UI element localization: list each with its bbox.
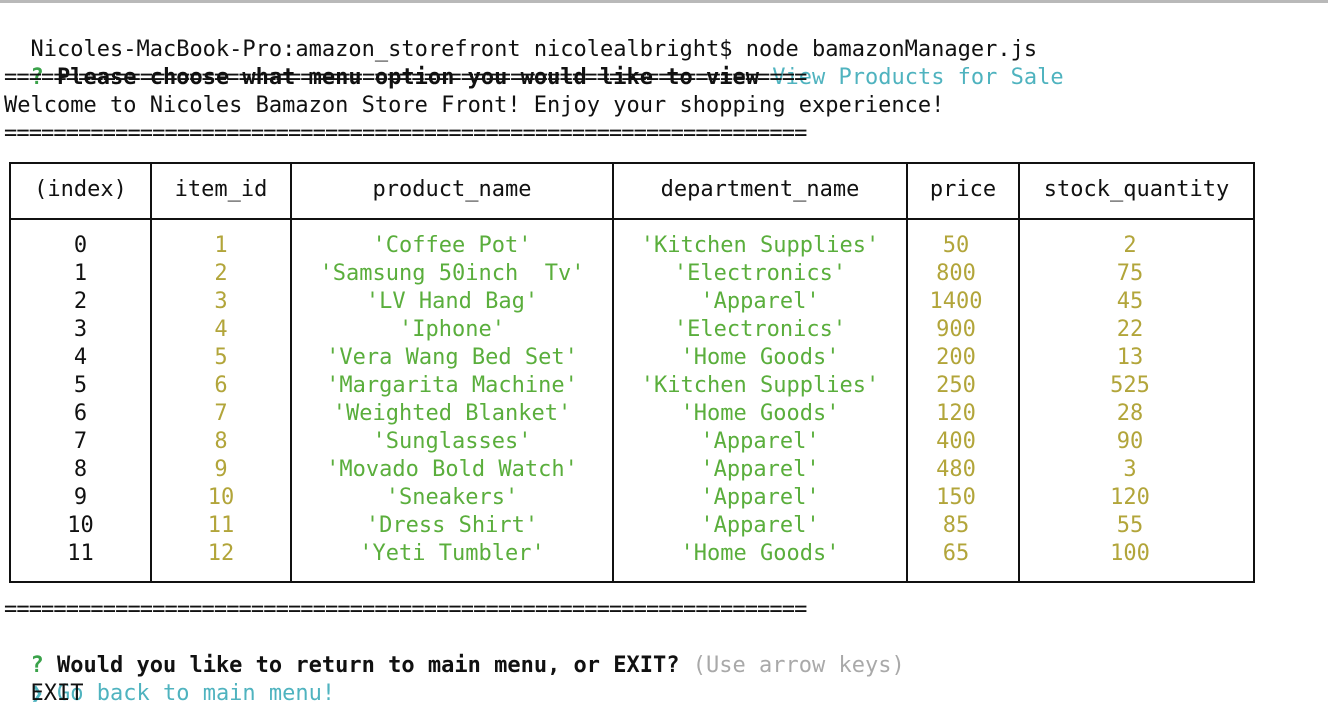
cell-price: 85 <box>942 513 970 538</box>
cell-department-name: 'Home Goods' <box>680 345 840 370</box>
cell-stock-quantity: 28 <box>1116 401 1144 426</box>
cell-department-name: 'Apparel' <box>700 513 820 538</box>
cell-index: 10 <box>67 513 94 538</box>
header-product-name: product_name <box>372 177 532 202</box>
cell-item-id: 7 <box>214 401 228 426</box>
cell-item-id: 4 <box>214 317 228 342</box>
cell-department-name: 'Home Goods' <box>680 401 840 426</box>
cell-item-id: 10 <box>207 485 235 510</box>
cell-item-id: 9 <box>214 457 228 482</box>
cell-product-name: 'Vera Wang Bed Set' <box>326 345 578 370</box>
cell-stock-quantity: 100 <box>1110 541 1150 566</box>
command-line: Nicoles-MacBook-Pro:amazon_storefront ni… <box>4 8 1038 62</box>
cell-stock-quantity: 13 <box>1116 345 1144 370</box>
exit-prompt: ? Would you like to return to main menu,… <box>4 624 905 678</box>
cell-product-name: 'LV Hand Bag' <box>365 289 539 314</box>
cell-department-name: 'Electronics' <box>673 317 847 342</box>
cell-department-name: 'Apparel' <box>700 457 820 482</box>
cell-item-id: 12 <box>207 541 235 566</box>
header-department-name: department_name <box>660 177 860 202</box>
cell-index: 1 <box>73 261 88 286</box>
cell-stock-quantity: 3 <box>1123 457 1137 482</box>
separator-rule: ========================================… <box>4 597 807 622</box>
cell-index: 0 <box>73 233 88 258</box>
cell-price: 250 <box>936 373 976 398</box>
menu-prompt: ? Please choose what menu option you wou… <box>4 36 1064 90</box>
cell-department-name: 'Kitchen Supplies' <box>640 373 880 398</box>
cell-price: 1400 <box>929 289 983 314</box>
cell-price: 400 <box>936 429 976 454</box>
cell-department-name: 'Apparel' <box>700 429 820 454</box>
cell-department-name: 'Home Goods' <box>680 541 840 566</box>
header-divider <box>9 218 1255 220</box>
cell-item-id: 3 <box>214 289 228 314</box>
header-item-id: item_id <box>174 177 268 202</box>
header-price: price <box>929 177 997 202</box>
prompt-hint: (Use arrow keys) <box>692 653 905 678</box>
cell-product-name: 'Iphone' <box>399 317 505 342</box>
cell-price: 200 <box>936 345 976 370</box>
cell-index: 5 <box>73 373 88 398</box>
cell-stock-quantity: 45 <box>1116 289 1144 314</box>
window-top-border <box>0 0 1328 3</box>
cell-product-name: 'Samsung 50inch Tv' <box>319 261 585 286</box>
cell-product-name: 'Yeti Tumbler' <box>359 541 545 566</box>
cell-product-name: 'Sneakers' <box>385 485 519 510</box>
cell-department-name: 'Kitchen Supplies' <box>640 233 880 258</box>
cell-item-id: 1 <box>214 233 228 258</box>
cell-item-id: 6 <box>214 373 228 398</box>
cell-item-id: 2 <box>214 261 228 286</box>
cell-index: 4 <box>73 345 88 370</box>
cell-product-name: 'Margarita Machine' <box>326 373 578 398</box>
cell-product-name: 'Movado Bold Watch' <box>326 457 578 482</box>
header-index: (index) <box>34 177 127 202</box>
cell-index: 8 <box>73 457 88 482</box>
cell-stock-quantity: 120 <box>1110 485 1150 510</box>
cell-index: 2 <box>73 289 88 314</box>
choice-go-back[interactable]: ❯ Go back to main menu! <box>4 652 336 706</box>
cell-stock-quantity: 22 <box>1116 317 1144 342</box>
cell-price: 480 <box>936 457 976 482</box>
cell-index: 3 <box>73 317 88 342</box>
cell-price: 65 <box>942 541 970 566</box>
cell-item-id: 5 <box>214 345 228 370</box>
cell-department-name: 'Electronics' <box>673 261 847 286</box>
choice-exit[interactable]: EXIT <box>4 680 84 708</box>
cell-product-name: 'Weighted Blanket' <box>332 401 572 426</box>
cell-item-id: 11 <box>207 513 235 538</box>
header-stock-quantity: stock_quantity <box>1043 177 1230 202</box>
cell-price: 50 <box>942 233 970 258</box>
cell-stock-quantity: 2 <box>1123 233 1137 258</box>
choice-label: EXIT <box>30 681 84 706</box>
cell-stock-quantity: 90 <box>1116 429 1144 454</box>
cell-product-name: 'Dress Shirt' <box>365 513 539 538</box>
prompt-answer: View Products for Sale <box>772 65 1064 90</box>
cell-product-name: 'Sunglasses' <box>372 429 532 454</box>
choice-label: Go back to main menu! <box>57 681 336 706</box>
cell-item-id: 8 <box>214 429 228 454</box>
cell-price: 120 <box>936 401 976 426</box>
separator-rule: ========================================… <box>4 121 807 146</box>
cell-stock-quantity: 75 <box>1116 261 1144 286</box>
cell-index: 11 <box>67 541 94 566</box>
cell-price: 150 <box>936 485 976 510</box>
welcome-message: Welcome to Nicoles Bamazon Store Front! … <box>4 93 945 118</box>
cell-index: 9 <box>73 485 88 510</box>
separator-rule: ========================================… <box>4 65 807 90</box>
cell-product-name: 'Coffee Pot' <box>372 233 532 258</box>
cell-department-name: 'Apparel' <box>700 289 820 314</box>
cell-department-name: 'Apparel' <box>700 485 820 510</box>
cell-index: 6 <box>73 401 88 426</box>
cell-price: 900 <box>936 317 976 342</box>
cell-stock-quantity: 525 <box>1110 373 1150 398</box>
cell-price: 800 <box>936 261 976 286</box>
cell-index: 7 <box>73 429 88 454</box>
cell-stock-quantity: 55 <box>1116 513 1144 538</box>
